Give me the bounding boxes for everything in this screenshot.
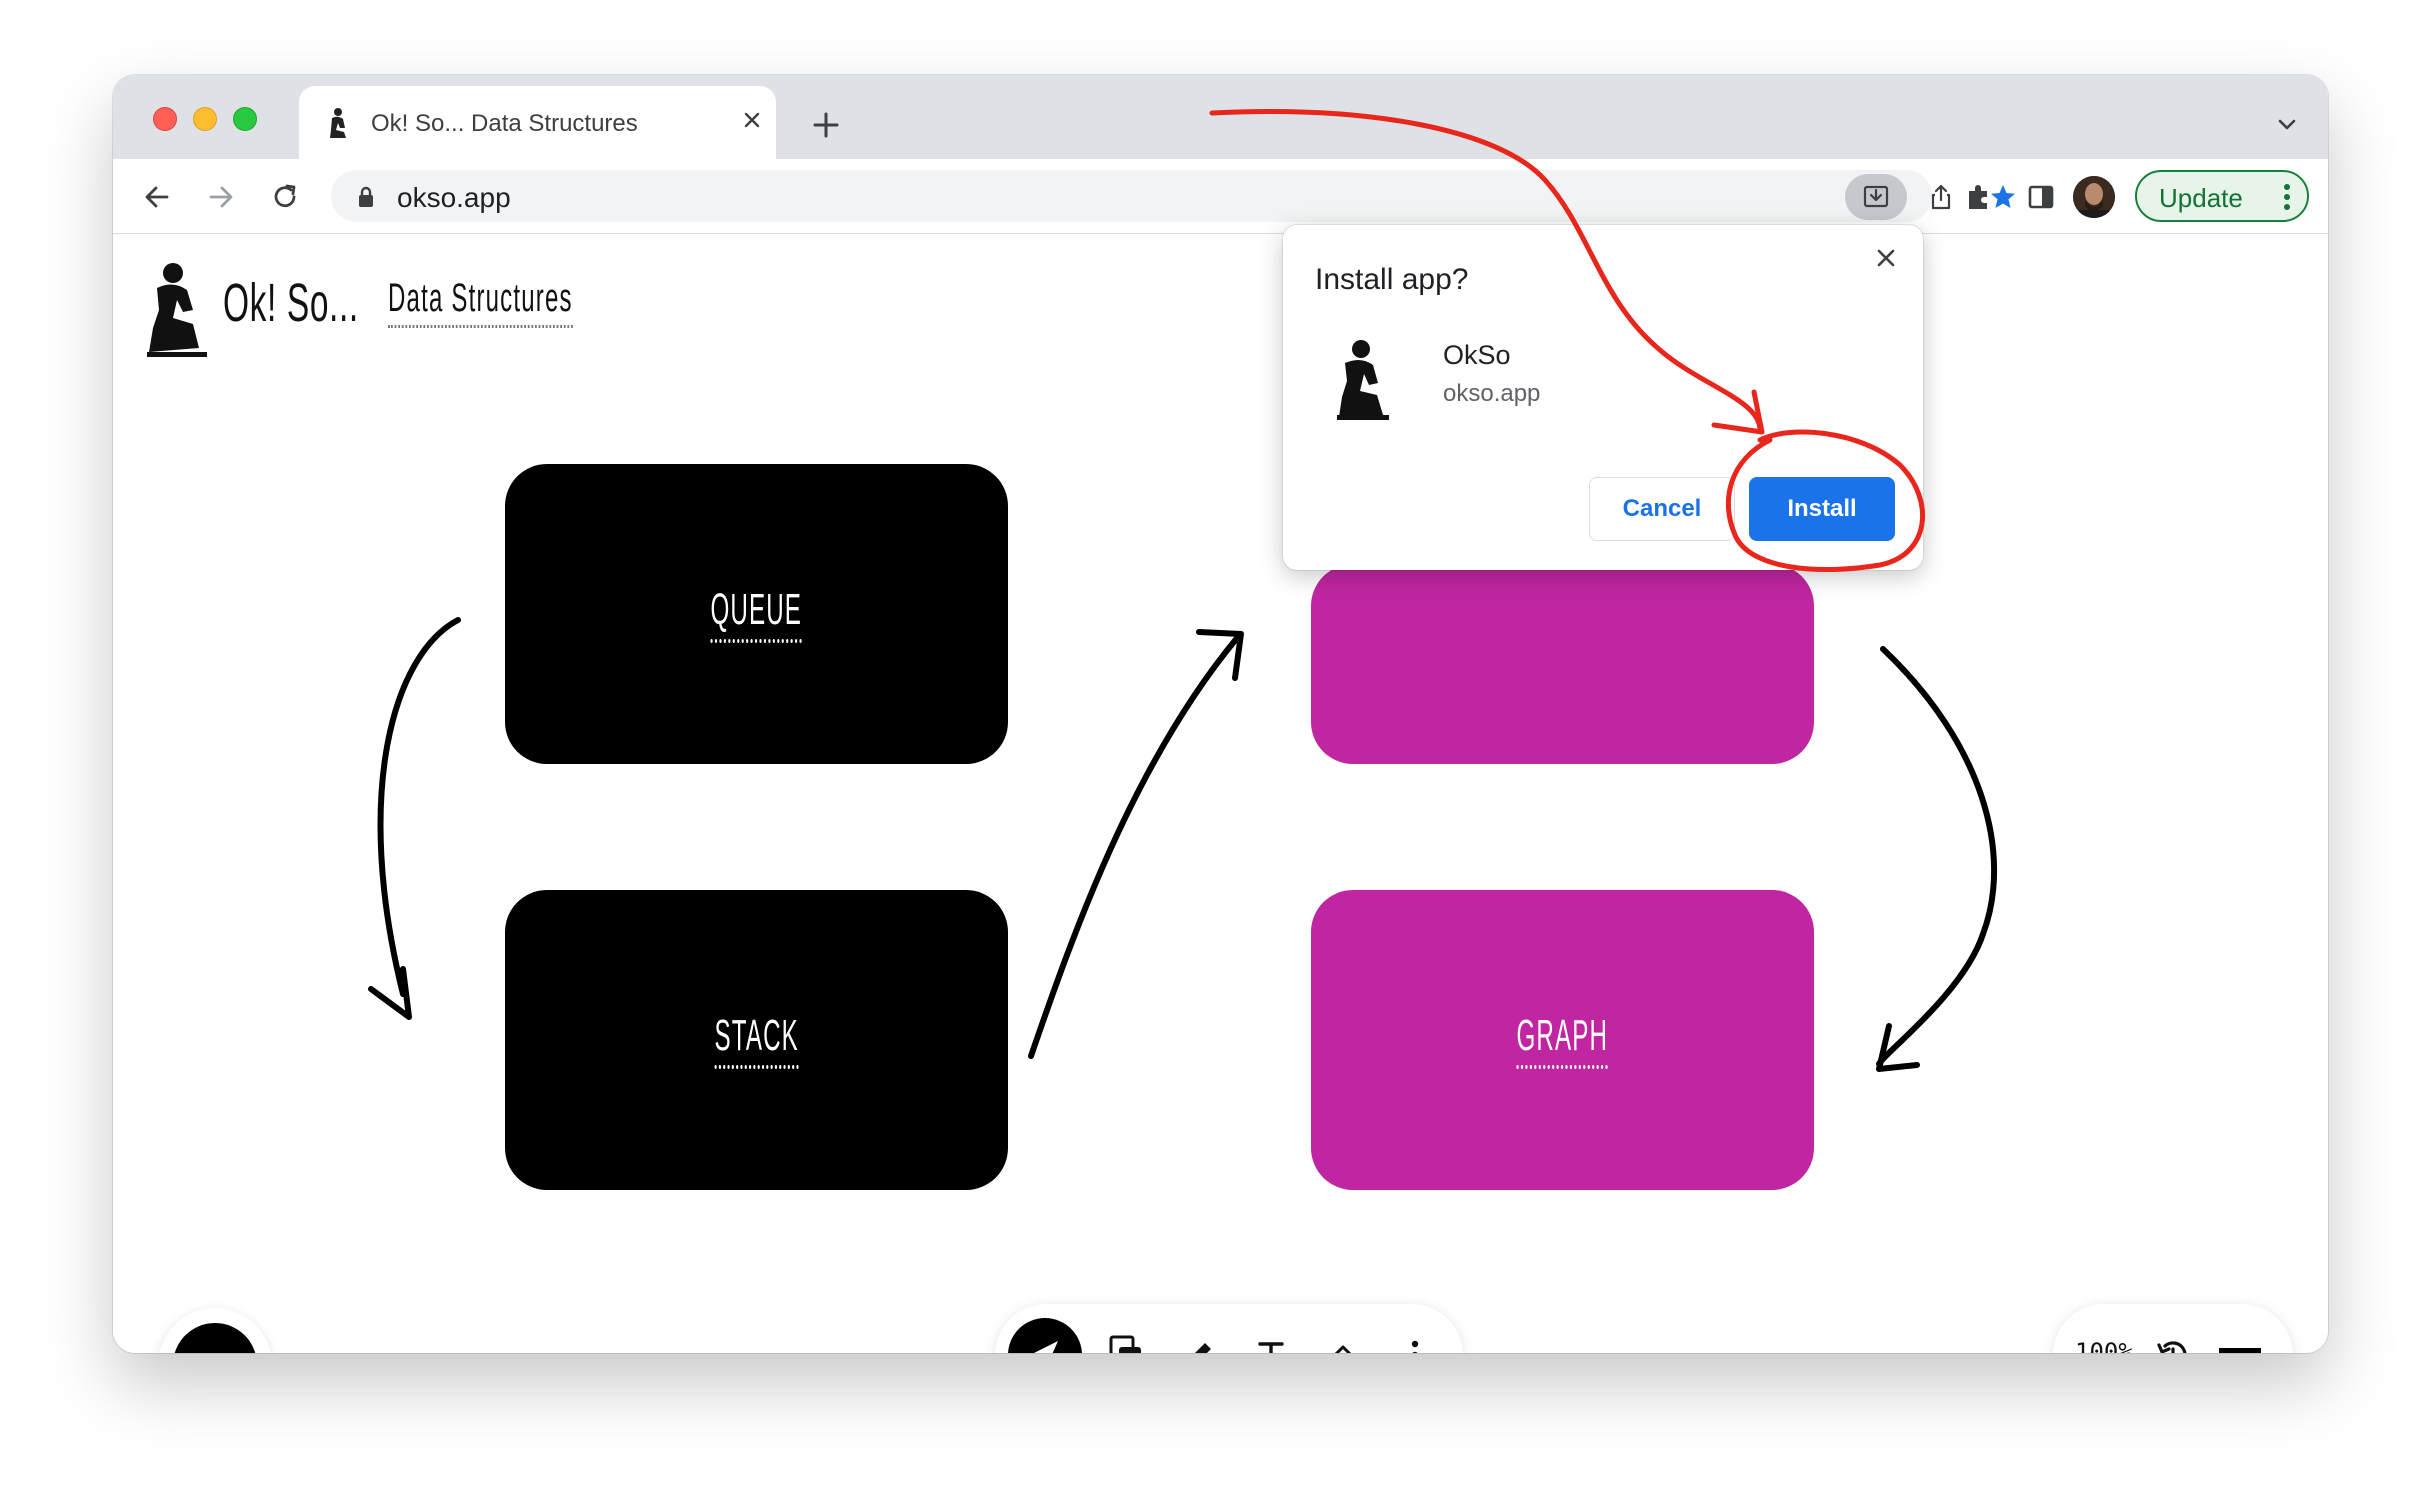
card-graph[interactable]: Graph (1311, 890, 1814, 1190)
profile-avatar[interactable] (2073, 176, 2115, 218)
main-menu-circle (173, 1323, 257, 1353)
extensions-puzzle-icon[interactable] (1963, 181, 1995, 213)
select-tool[interactable] (1008, 1318, 1082, 1353)
minimize-window-button[interactable] (193, 107, 217, 131)
okso-app-icon (1337, 340, 1389, 420)
more-tools-icon[interactable] (1383, 1323, 1447, 1353)
share-icon[interactable] (1927, 183, 1955, 211)
zoom-controls: 100% (2053, 1304, 2293, 1353)
maximize-window-button[interactable] (233, 107, 257, 131)
zoom-level[interactable]: 100% (2075, 1338, 2133, 1353)
card-queue[interactable]: Queue (505, 464, 1008, 764)
install-app-dialog: Install app? OkSo okso.app Cancel Instal… (1283, 225, 1923, 570)
pencil-icon[interactable] (1167, 1323, 1231, 1353)
stroke-width-icon[interactable] (2217, 1340, 2263, 1353)
thinker-logo-icon (147, 263, 207, 357)
okso-canvas[interactable]: Ok! So... Data Structures Queue Stack Gr… (113, 234, 2328, 1353)
dialog-app-origin: okso.app (1443, 380, 1541, 407)
drawing-toolbar (995, 1304, 1463, 1353)
thinker-favicon-icon (330, 108, 346, 138)
lock-icon[interactable] (357, 186, 375, 208)
tab-title: Ok! So... Data Structures (371, 110, 638, 137)
close-window-button[interactable] (153, 107, 177, 131)
card-hidden[interactable] (1311, 564, 1814, 764)
address-bar[interactable]: okso.app (331, 170, 2015, 222)
card-label: Graph (1516, 1011, 1609, 1069)
hand-drawn-arrows (368, 617, 1998, 1072)
install-app-icon (1863, 185, 1889, 208)
card-label: Stack (714, 1011, 799, 1069)
board-title[interactable]: Data Structures (388, 276, 573, 328)
shapes-icon[interactable] (1095, 1323, 1159, 1353)
hamburger-icon (173, 1323, 257, 1353)
reload-icon[interactable] (269, 181, 301, 213)
new-tab-icon[interactable] (810, 109, 842, 141)
main-menu-button[interactable] (158, 1308, 272, 1353)
back-arrow-icon[interactable] (141, 181, 173, 213)
install-button[interactable]: Install (1749, 477, 1895, 541)
card-label: Queue (710, 585, 803, 643)
side-panel-icon[interactable] (2025, 181, 2057, 213)
cancel-button[interactable]: Cancel (1589, 477, 1735, 541)
update-button[interactable]: Update (2135, 170, 2309, 222)
install-app-button[interactable] (1845, 174, 1907, 220)
arrow-queue-to-stack (377, 617, 461, 997)
browser-window: Ok! So... Data Structures okso.app Updat… (113, 75, 2328, 1353)
arrow-stack-to-top (1028, 635, 1240, 1059)
profile-photo-icon (2073, 176, 2115, 218)
forward-arrow-icon[interactable] (205, 181, 237, 213)
update-label: Update (2159, 183, 2243, 213)
tab-search-chevron-icon[interactable] (2276, 113, 2298, 135)
arrow-top-to-graph (1876, 646, 1998, 1067)
close-tab-icon[interactable] (741, 109, 763, 131)
url-text[interactable]: okso.app (397, 182, 511, 214)
more-menu-icon (2284, 184, 2290, 210)
card-stack[interactable]: Stack (505, 890, 1008, 1190)
close-dialog-icon[interactable] (1873, 245, 1899, 271)
text-tool-icon[interactable] (1239, 1323, 1303, 1353)
tab-okso[interactable]: Ok! So... Data Structures (299, 86, 776, 161)
browser-toolbar: okso.app Update (113, 159, 2328, 234)
eraser-icon[interactable] (1311, 1323, 1375, 1353)
cursor-arrow-icon (1034, 1341, 1058, 1353)
tab-strip: Ok! So... Data Structures (113, 75, 2328, 161)
app-brand[interactable]: Ok! So... (223, 272, 359, 334)
dialog-title: Install app? (1315, 263, 1469, 296)
history-icon[interactable] (2151, 1334, 2193, 1353)
dialog-app-name: OkSo (1443, 340, 1511, 370)
